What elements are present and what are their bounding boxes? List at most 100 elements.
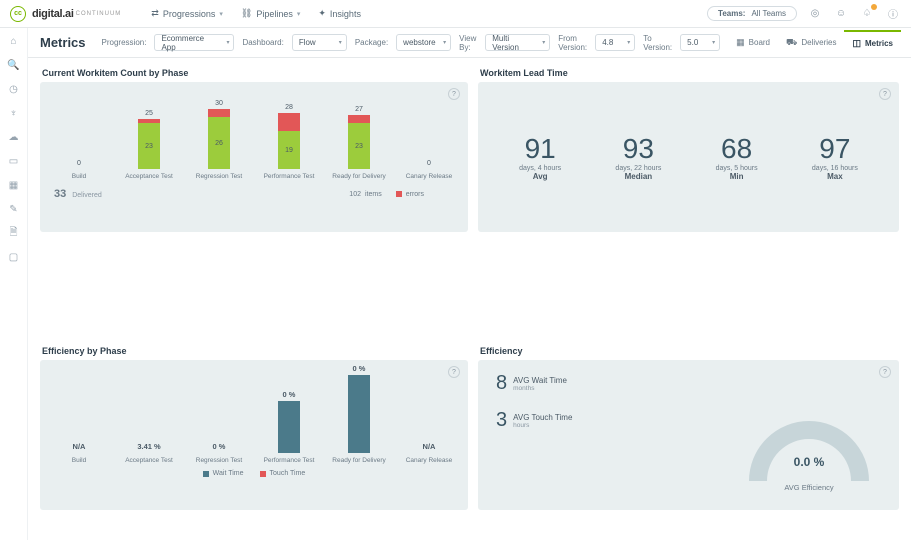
pipelines-icon: ⛓ <box>241 8 252 19</box>
tab-metrics[interactable]: ◫ Metrics <box>844 30 901 55</box>
touch-label: Touch Time <box>270 470 306 477</box>
nav-insights[interactable]: ✦ Insights <box>318 8 361 19</box>
eff-column: 0 %Ready for Delivery <box>334 364 384 464</box>
user-icon[interactable]: ☺ <box>833 6 849 22</box>
filter-bar: Metrics Progression: Ecommerce App▾ Dash… <box>28 28 911 58</box>
bell-icon[interactable]: ♤ <box>859 6 875 22</box>
efficiency-card: ? 8 AVG Wait Time months 3 AVG Touch Tim… <box>478 360 899 510</box>
nav-pipelines[interactable]: ⛓ Pipelines ▾ <box>241 8 300 19</box>
side-rail: ⌂ 🔍 ◷ ♆ ☁ ▭ ▦ ✎ 🗎 ▢ <box>0 28 28 540</box>
teams-selector[interactable]: Teams: All Teams <box>707 6 797 21</box>
top-bar: cc digital.ai CONTINUUM ⇄ Progressions ▾… <box>0 0 911 28</box>
rail-search-icon[interactable]: 🔍 <box>7 58 21 72</box>
lead-sub: days, 4 hours <box>519 165 561 172</box>
metrics-icon: ◫ <box>852 38 861 49</box>
dashboard-label: Dashboard: <box>242 38 283 47</box>
board-icon: ▦ <box>736 37 745 48</box>
rail-clock-icon[interactable]: ◷ <box>7 82 21 96</box>
help-icon[interactable]: ? <box>448 366 460 378</box>
bar-total: 0 <box>77 160 81 167</box>
efficiency-phase-card: ? N/ABuild3.41 %Acceptance Test0 %Regres… <box>40 360 468 510</box>
workitem-count-chart: 0Build2523Acceptance Test3026Regression … <box>54 96 454 180</box>
rail-branch-icon[interactable]: ♆ <box>7 106 21 120</box>
eff-bar <box>278 401 300 453</box>
nav-insights-label: Insights <box>330 9 361 19</box>
view-tabs: ▦ Board ⛟ Deliveries ◫ Metrics <box>728 30 901 55</box>
wait-num: 8 <box>496 372 507 395</box>
dashboard-value: Flow <box>299 38 316 47</box>
teams-value: All Teams <box>751 9 786 18</box>
lead-label: Median <box>615 172 661 181</box>
wait-label: Wait Time <box>213 470 244 477</box>
bar-total: 30 <box>215 100 223 107</box>
rail-screen-icon[interactable]: ▢ <box>7 250 21 264</box>
rail-home-icon[interactable]: ⌂ <box>7 34 21 48</box>
eff-column: 3.41 %Acceptance Test <box>124 442 174 464</box>
bar-segment-items: 19 <box>278 131 300 169</box>
rail-key-icon[interactable]: ✎ <box>7 202 21 216</box>
fromver-select[interactable]: 4.8 ▾ <box>595 34 635 51</box>
bar-total: 0 <box>427 160 431 167</box>
lead-time-card: ? 91days, 4 hoursAvg93days, 22 hoursMedi… <box>478 82 899 232</box>
page-title: Metrics <box>40 35 86 50</box>
eff-bar <box>348 375 370 453</box>
rail-grid-icon[interactable]: ▦ <box>7 178 21 192</box>
legend-touch: Touch Time <box>260 470 306 477</box>
rail-doc-icon[interactable]: 🗎 <box>7 226 21 240</box>
nav-progressions[interactable]: ⇄ Progressions ▾ <box>151 8 223 19</box>
viewby-select[interactable]: Multi Version▾ <box>485 34 550 51</box>
bar-column: 0Canary Release <box>404 160 454 180</box>
info-icon[interactable]: ⓘ <box>885 6 901 22</box>
workitem-count-card: ? 0Build2523Acceptance Test3026Regressio… <box>40 82 468 232</box>
rail-box-icon[interactable]: ▭ <box>7 154 21 168</box>
help-icon[interactable]: ? <box>448 88 460 100</box>
eff-xlabel: Ready for Delivery <box>332 457 385 464</box>
workitem-legend: 102 items errors <box>349 191 424 198</box>
eff-value: N/A <box>423 442 436 451</box>
lead-time-row: 91days, 4 hoursAvg93days, 22 hoursMedian… <box>492 100 885 214</box>
rail-cloud-icon[interactable]: ☁ <box>7 130 21 144</box>
eff-xlabel: Regression Test <box>196 457 243 464</box>
eff-value: 0 % <box>283 390 296 399</box>
logo-icon: cc <box>10 6 26 22</box>
progression-value: Ecommerce App <box>161 34 219 52</box>
lead-num: 97 <box>812 133 858 165</box>
fromver-label: From Version: <box>558 34 587 52</box>
tab-deliveries[interactable]: ⛟ Deliveries <box>778 30 844 55</box>
lead-time-title: Workitem Lead Time <box>480 68 899 78</box>
help-icon[interactable]: ◎ <box>807 6 823 22</box>
bar-segment-errors <box>208 109 230 117</box>
package-select[interactable]: webstore ▾ <box>396 34 451 51</box>
tab-board[interactable]: ▦ Board <box>728 30 778 55</box>
lead-stat: 97days, 16 hoursMax <box>812 133 858 181</box>
dashboard-select[interactable]: Flow▾ <box>292 34 347 51</box>
content-area: Metrics Progression: Ecommerce App▾ Dash… <box>28 28 911 540</box>
eff-value: N/A <box>73 442 86 451</box>
efficiency-phase-block: Efficiency by Phase ? N/ABuild3.41 %Acce… <box>40 346 468 510</box>
teams-label: Teams: <box>718 9 745 18</box>
chevron-down-icon: ▾ <box>627 39 630 46</box>
chevron-down-icon: ▾ <box>226 39 229 46</box>
bar-segment-items: 23 <box>138 123 160 169</box>
package-value: webstore <box>403 38 435 47</box>
lead-label: Max <box>812 172 858 181</box>
bar-segment-errors <box>348 115 370 123</box>
progression-select[interactable]: Ecommerce App ▾ <box>154 34 234 51</box>
help-icon[interactable]: ? <box>879 88 891 100</box>
bar-xlabel: Ready for Delivery <box>332 173 385 180</box>
touch-unit: hours <box>513 422 572 429</box>
workitem-count-title: Current Workitem Count by Phase <box>42 68 468 78</box>
lead-stat: 91days, 4 hoursAvg <box>519 133 561 181</box>
tover-select[interactable]: 5.0▾ <box>680 34 720 51</box>
lead-time-block: Workitem Lead Time ? 91days, 4 hoursAvg9… <box>478 68 899 232</box>
touch-swatch <box>260 471 266 477</box>
efficiency-title: Efficiency <box>480 346 899 356</box>
bar-column: 2819Performance Test <box>264 104 314 180</box>
bar-segment-items: 23 <box>348 123 370 169</box>
legend-wait: Wait Time <box>203 470 244 477</box>
viewby-label: View By: <box>459 34 477 52</box>
chevron-down-icon: ▾ <box>443 39 446 46</box>
help-icon[interactable]: ? <box>879 366 891 378</box>
nav-progressions-label: Progressions <box>163 9 216 19</box>
fromver-value: 4.8 <box>602 38 613 47</box>
